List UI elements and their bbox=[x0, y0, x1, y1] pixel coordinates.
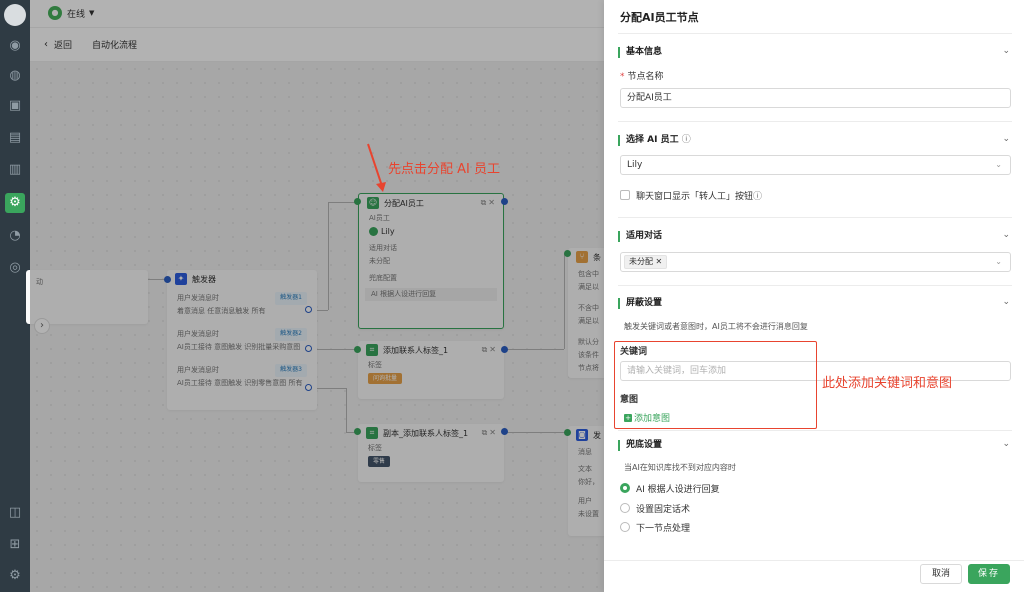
node-settings-panel: 分配AI员工节点 基本信息 ⌄ * 节点名称 分配AI员工 选择 AI 员工 ⓘ … bbox=[604, 0, 1024, 592]
panel-footer: 取消 保存 bbox=[604, 560, 1024, 592]
handoff-button-checkbox[interactable] bbox=[620, 190, 630, 200]
target-icon[interactable]: ◎ bbox=[5, 258, 25, 278]
fallback-option-fixed-radio[interactable] bbox=[620, 503, 630, 513]
section-basic-info[interactable]: 基本信息 bbox=[618, 47, 662, 58]
info-icon: ⓘ bbox=[753, 192, 763, 202]
handoff-checkbox-label: 聊天窗口显示「转人工」按钮ⓘ bbox=[636, 192, 763, 202]
automation-icon[interactable]: ⚙ bbox=[5, 193, 25, 213]
select-caret-icon: ⌄ bbox=[995, 257, 1002, 266]
select-caret-icon: ⌄ bbox=[995, 160, 1002, 169]
fallback-option-label: 设置固定话术 bbox=[636, 505, 691, 515]
close-icon[interactable]: ✕ bbox=[656, 257, 663, 266]
node-name-input[interactable]: 分配AI员工 bbox=[620, 88, 1011, 108]
chevron-down-icon[interactable]: ⌄ bbox=[1002, 134, 1010, 144]
fallback-description: 当AI在知识库找不到对应内容时 bbox=[624, 463, 736, 472]
save-button[interactable]: 保存 bbox=[968, 564, 1010, 584]
modal-backdrop[interactable] bbox=[30, 0, 604, 592]
fallback-option-label: AI 根据人设进行回复 bbox=[636, 485, 720, 495]
scope-select[interactable]: ⌄ bbox=[620, 252, 1011, 272]
app-window: ◉ ◍ ▣ ▤ ▥ ⚙ ◔ ◎ ◫ ⊞ ⚙ ● 在线 ▼ ‹ 返回 自动化流程 … bbox=[0, 0, 1024, 592]
scope-chip[interactable]: 未分配 ✕ bbox=[624, 255, 668, 269]
ai-employee-select[interactable]: Lily ⌄ bbox=[620, 155, 1011, 175]
section-scope[interactable]: 适用对话 bbox=[618, 231, 662, 242]
chevron-down-icon[interactable]: ⌄ bbox=[1002, 439, 1010, 449]
chevron-down-icon[interactable]: ⌄ bbox=[1002, 46, 1010, 56]
annotation-click-assign: 先点击分配 AI 员工 bbox=[388, 162, 500, 177]
chevron-down-icon[interactable]: ⌄ bbox=[1002, 230, 1010, 240]
panel-title: 分配AI员工节点 bbox=[620, 11, 699, 24]
ai-icon[interactable]: ◔ bbox=[5, 226, 25, 246]
chat-icon[interactable]: ◉ bbox=[5, 36, 25, 56]
apps-icon[interactable]: ⊞ bbox=[5, 535, 25, 555]
section-block-settings[interactable]: 屏蔽设置 bbox=[618, 298, 662, 309]
chevron-down-icon[interactable]: ⌄ bbox=[1002, 297, 1010, 307]
section-select-ai[interactable]: 选择 AI 员工 ⓘ bbox=[618, 135, 691, 146]
contacts-icon[interactable]: ▤ bbox=[5, 128, 25, 148]
fallback-option-ai-radio[interactable] bbox=[620, 483, 630, 493]
annotation-highlight-box bbox=[614, 341, 817, 429]
fallback-option-label: 下一节点处理 bbox=[636, 524, 691, 534]
block-description: 触发关键词或者意图时，AI员工将不会进行消息回复 bbox=[624, 322, 808, 331]
ai-employee-value: Lily bbox=[627, 160, 643, 170]
section-fallback[interactable]: 兜底设置 bbox=[618, 440, 662, 451]
info-icon: ⓘ bbox=[681, 135, 691, 145]
analytics-icon[interactable]: ▥ bbox=[5, 160, 25, 180]
node-name-label: * 节点名称 bbox=[620, 72, 664, 82]
settings-icon[interactable]: ⚙ bbox=[5, 566, 25, 586]
cancel-button[interactable]: 取消 bbox=[920, 564, 962, 584]
fallback-option-next-radio[interactable] bbox=[620, 522, 630, 532]
message-icon[interactable]: ◍ bbox=[5, 66, 25, 86]
inbox-icon[interactable]: ▣ bbox=[5, 96, 25, 116]
bag-icon[interactable]: ◫ bbox=[5, 503, 25, 523]
annotation-add-keyword: 此处添加关键词和意图 bbox=[822, 376, 953, 391]
user-avatar[interactable] bbox=[4, 4, 26, 26]
scope-chip-label: 未分配 bbox=[629, 257, 653, 266]
